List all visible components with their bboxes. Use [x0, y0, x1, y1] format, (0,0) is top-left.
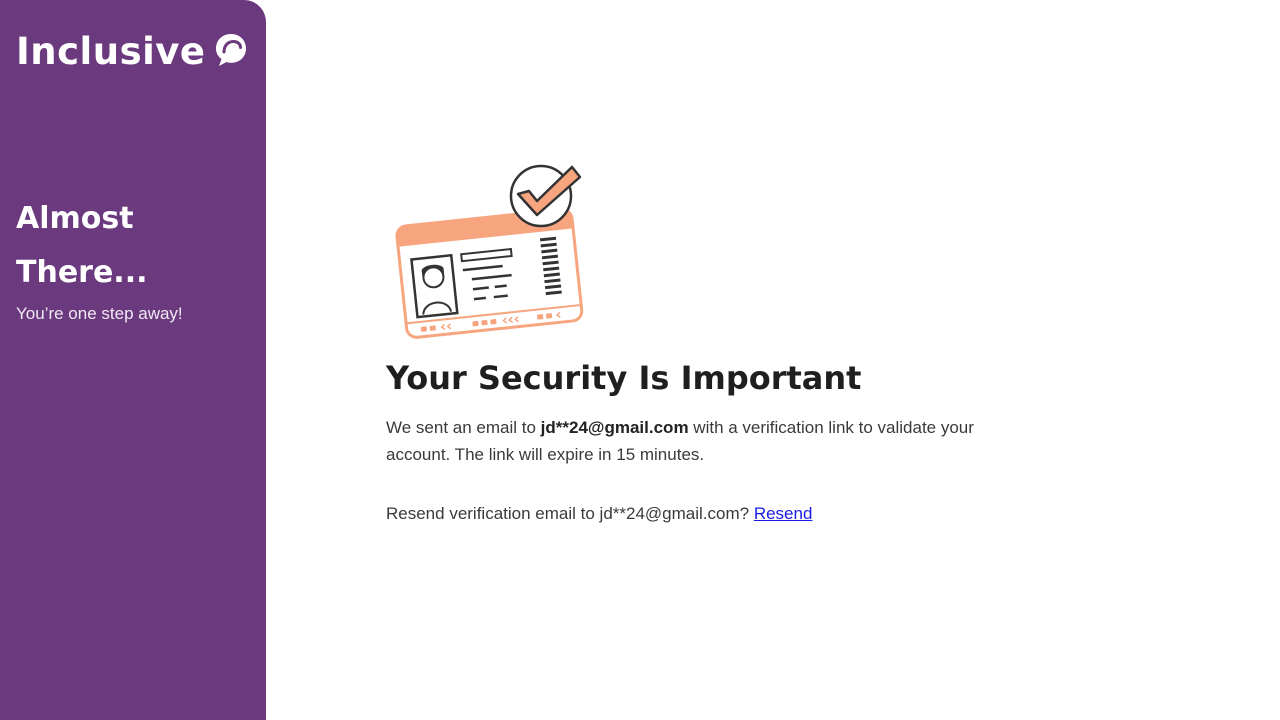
message-prefix: We sent an email to — [386, 418, 541, 437]
sidebar-heading: Almost There... — [16, 201, 148, 290]
resend-prompt: Resend verification email to jd**24@gmai… — [386, 504, 754, 523]
resend-prompt-line: Resend verification email to jd**24@gmai… — [386, 500, 1006, 527]
chat-bubble-icon — [216, 34, 247, 66]
page-title: Your Security Is Important — [386, 359, 862, 397]
sidebar: Inclusive Almost There... You’re one ste… — [0, 0, 266, 720]
brand-logo: Inclusive — [16, 28, 249, 76]
resend-link[interactable]: Resend — [754, 504, 813, 523]
masked-email: jd**24@gmail.com — [540, 418, 689, 437]
id-card-verified-icon — [395, 164, 584, 339]
brand-name: Inclusive — [16, 30, 206, 73]
verification-page: Inclusive Almost There... You’re one ste… — [0, 0, 1280, 720]
main-content: Your Security Is Important We sent an em… — [386, 160, 1006, 544]
verification-message: We sent an email to jd**24@gmail.com wit… — [386, 414, 986, 468]
sidebar-subheading: You’re one step away! — [16, 304, 183, 323]
